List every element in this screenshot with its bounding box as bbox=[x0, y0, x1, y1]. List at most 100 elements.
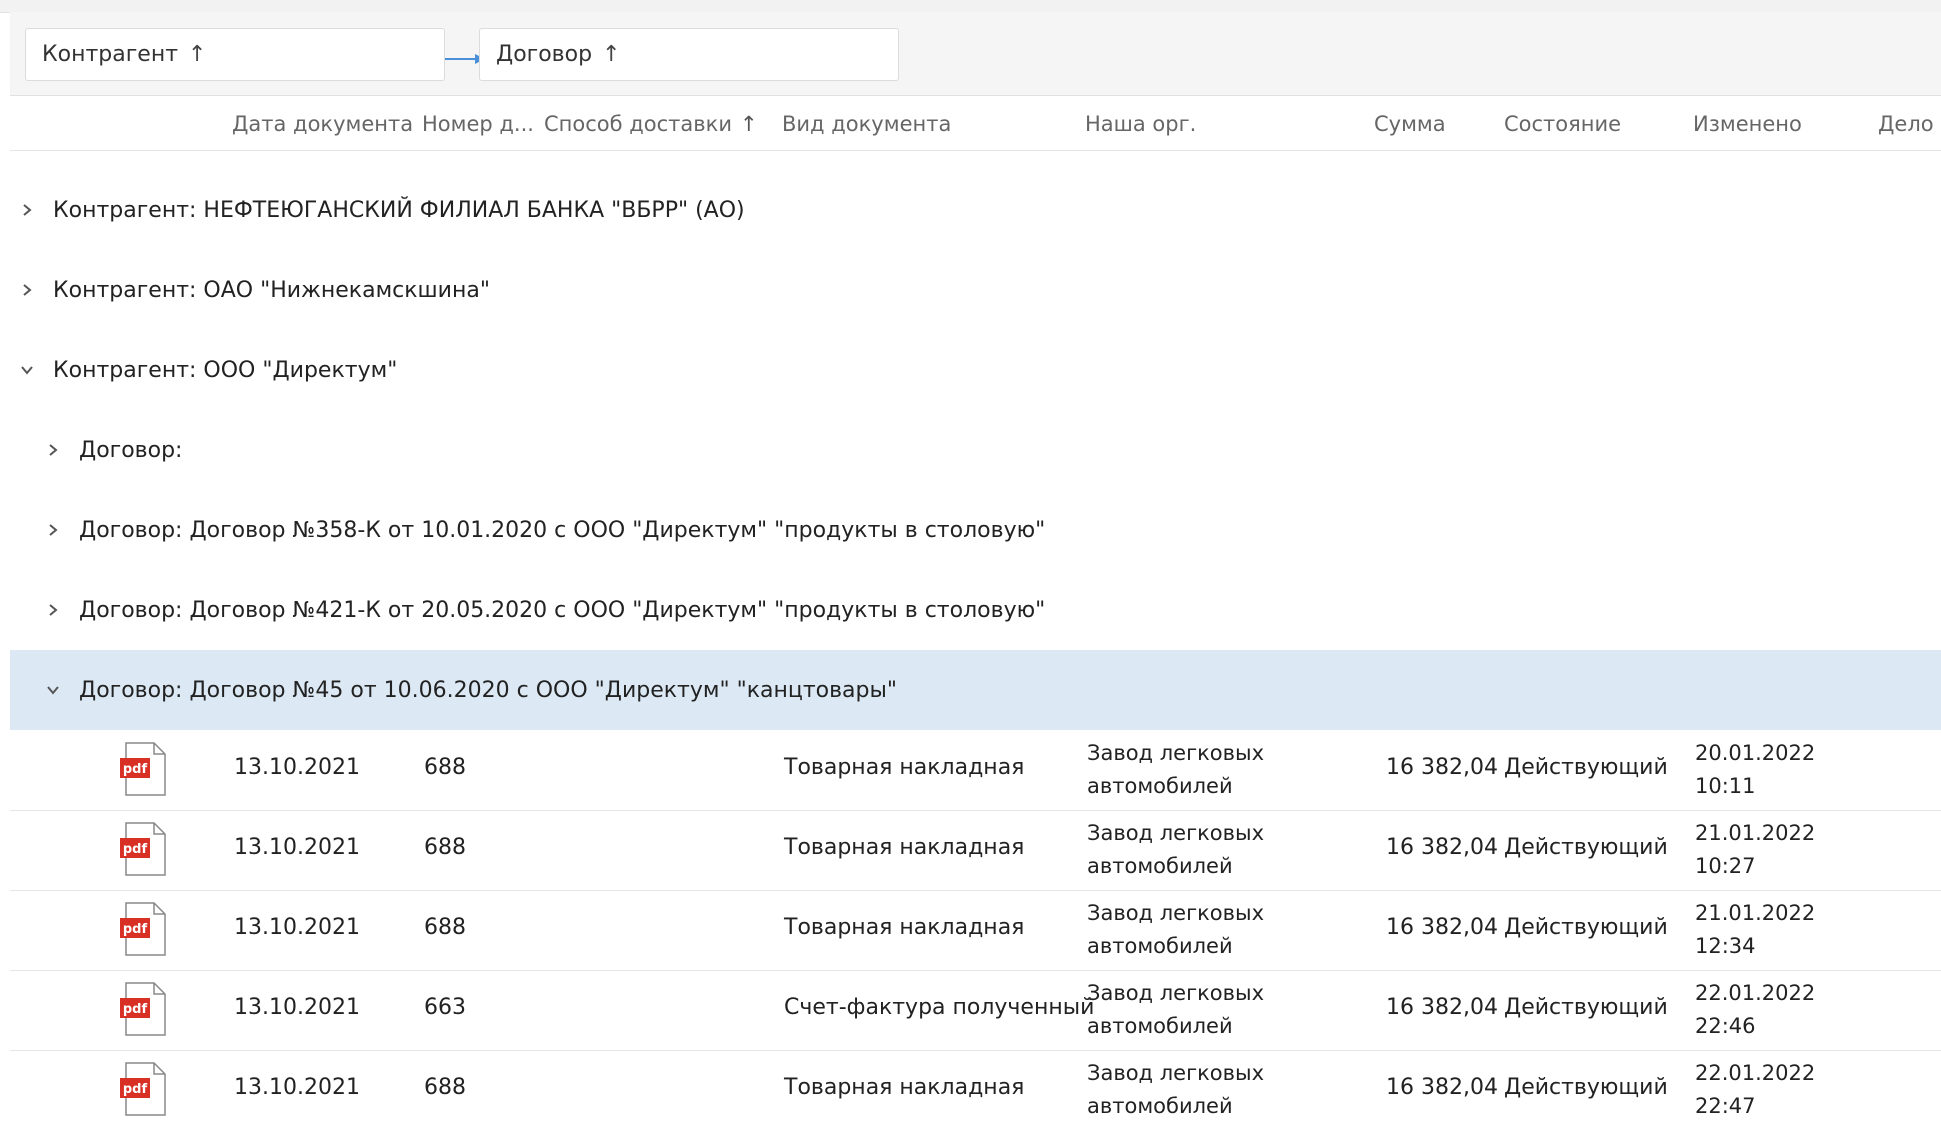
column-header-our-org[interactable]: Наша орг. bbox=[1085, 112, 1196, 136]
table-row[interactable]: pdf 13.10.2021 663 Счет-фактура полученн… bbox=[10, 970, 1941, 1051]
chevron-down-icon[interactable] bbox=[20, 363, 34, 377]
org-line: автомобилей bbox=[1087, 854, 1233, 878]
column-header-label: Дата документа bbox=[232, 112, 414, 136]
cell-changed: 22.01.2022 22:47 bbox=[1695, 1057, 1815, 1123]
svg-text:pdf: pdf bbox=[123, 1002, 148, 1017]
cell-sum: 16 382,04 bbox=[1386, 1075, 1498, 1100]
table-row[interactable]: pdf 13.10.2021 688 Товарная накладная За… bbox=[10, 1050, 1941, 1130]
cell-changed: 22.01.2022 22:46 bbox=[1695, 977, 1815, 1043]
cell-date: 13.10.2021 bbox=[234, 755, 360, 780]
cell-our-org: Завод легковых автомобилей bbox=[1087, 817, 1264, 883]
changed-date: 22.01.2022 bbox=[1695, 981, 1816, 1005]
group-label: Договор: Договор №358-К от 10.01.2020 с … bbox=[79, 517, 1046, 543]
table-row[interactable]: pdf 13.10.2021 688 Товарная накладная За… bbox=[10, 730, 1941, 811]
chevron-right-icon[interactable] bbox=[20, 283, 34, 297]
group-row-counterparty[interactable]: Контрагент: ООО "Директум" bbox=[10, 330, 1941, 410]
pdf-file-icon: pdf bbox=[120, 902, 166, 956]
cell-doctype: Товарная накладная bbox=[784, 915, 1025, 940]
column-header-label: Наша орг. bbox=[1085, 112, 1197, 136]
cell-changed: 21.01.2022 12:34 bbox=[1695, 897, 1815, 963]
cell-state: Действующий bbox=[1504, 755, 1668, 780]
changed-time: 12:34 bbox=[1695, 934, 1756, 958]
column-header-date[interactable]: Дата документа bbox=[232, 112, 413, 136]
grouping-bar: Контрагент ↑ Договор ↑ bbox=[10, 12, 1941, 96]
column-header-row: Дата документа Номер д... Способ доставк… bbox=[10, 96, 1941, 151]
table-row[interactable]: pdf 13.10.2021 688 Товарная накладная За… bbox=[10, 810, 1941, 891]
group-row-counterparty[interactable]: Контрагент: ОАО "Нижнекамскшина" bbox=[10, 250, 1941, 330]
cell-state: Действующий bbox=[1504, 835, 1668, 860]
column-header-label: Сумма bbox=[1374, 112, 1446, 136]
sort-up-icon: ↑ bbox=[602, 42, 621, 67]
group-chip-label: Договор bbox=[496, 42, 593, 67]
org-line: Завод легковых bbox=[1087, 741, 1265, 765]
column-header-changed[interactable]: Изменено bbox=[1693, 112, 1802, 136]
changed-time: 22:47 bbox=[1695, 1094, 1756, 1118]
cell-date: 13.10.2021 bbox=[234, 1075, 360, 1100]
group-chip-contract[interactable]: Договор ↑ bbox=[479, 28, 899, 81]
changed-time: 22:46 bbox=[1695, 1014, 1756, 1038]
group-label: Контрагент: НЕФТЕЮГАНСКИЙ ФИЛИАЛ БАНКА "… bbox=[53, 197, 745, 223]
group-row-counterparty[interactable]: Контрагент: НЕФТЕЮГАНСКИЙ ФИЛИАЛ БАНКА "… bbox=[10, 170, 1941, 250]
column-header-delivery[interactable]: Способ доставки ↑ bbox=[544, 112, 758, 136]
column-header-doctype[interactable]: Вид документа bbox=[782, 112, 951, 136]
column-header-number[interactable]: Номер д... bbox=[422, 112, 534, 136]
column-header-sum[interactable]: Сумма bbox=[1374, 112, 1446, 136]
chevron-right-icon[interactable] bbox=[46, 443, 60, 457]
group-row-contract[interactable]: Договор: bbox=[10, 410, 1941, 490]
cell-sum: 16 382,04 bbox=[1386, 915, 1498, 940]
changed-date: 21.01.2022 bbox=[1695, 901, 1816, 925]
group-label: Контрагент: ООО "Директум" bbox=[53, 357, 398, 383]
column-header-label: Дело bbox=[1878, 112, 1934, 136]
group-chip-label: Контрагент bbox=[42, 42, 179, 67]
cell-our-org: Завод легковых автомобилей bbox=[1087, 1057, 1264, 1123]
cell-changed: 20.01.2022 10:11 bbox=[1695, 737, 1815, 803]
group-label: Договор: Договор №45 от 10.06.2020 с ООО… bbox=[79, 677, 897, 703]
cell-our-org: Завод легковых автомобилей bbox=[1087, 897, 1264, 963]
cell-changed: 21.01.2022 10:27 bbox=[1695, 817, 1815, 883]
cell-our-org: Завод легковых автомобилей bbox=[1087, 977, 1264, 1043]
cell-date: 13.10.2021 bbox=[234, 835, 360, 860]
cell-number: 688 bbox=[424, 1075, 466, 1100]
cell-sum: 16 382,04 bbox=[1386, 835, 1498, 860]
cell-sum: 16 382,04 bbox=[1386, 755, 1498, 780]
sort-up-icon: ↑ bbox=[740, 112, 758, 136]
column-header-label: Вид документа bbox=[782, 112, 952, 136]
chevron-right-icon[interactable] bbox=[46, 603, 60, 617]
org-line: Завод легковых bbox=[1087, 981, 1265, 1005]
cell-date: 13.10.2021 bbox=[234, 915, 360, 940]
changed-date: 22.01.2022 bbox=[1695, 1061, 1816, 1085]
table-row[interactable]: pdf 13.10.2021 688 Товарная накладная За… bbox=[10, 890, 1941, 971]
pdf-file-icon: pdf bbox=[120, 742, 166, 796]
group-row-contract-selected[interactable]: Договор: Договор №45 от 10.06.2020 с ООО… bbox=[10, 650, 1941, 730]
chevron-right-icon[interactable] bbox=[46, 523, 60, 537]
changed-date: 21.01.2022 bbox=[1695, 821, 1816, 845]
cell-state: Действующий bbox=[1504, 915, 1668, 940]
column-header-label: Состояние bbox=[1504, 112, 1622, 136]
org-line: Завод легковых bbox=[1087, 901, 1265, 925]
svg-text:pdf: pdf bbox=[123, 1082, 148, 1097]
cell-state: Действующий bbox=[1504, 1075, 1668, 1100]
pdf-file-icon: pdf bbox=[120, 822, 166, 876]
cell-doctype: Товарная накладная bbox=[784, 835, 1025, 860]
cell-doctype: Счет-фактура полученный bbox=[784, 995, 1095, 1020]
cell-date: 13.10.2021 bbox=[234, 995, 360, 1020]
group-label: Договор: Договор №421-К от 20.05.2020 с … bbox=[79, 597, 1046, 623]
column-header-state[interactable]: Состояние bbox=[1504, 112, 1621, 136]
cell-doctype: Товарная накладная bbox=[784, 755, 1025, 780]
column-header-label: Номер д... bbox=[422, 112, 534, 136]
chevron-right-icon[interactable] bbox=[20, 203, 34, 217]
org-line: Завод легковых bbox=[1087, 1061, 1265, 1085]
column-header-case[interactable]: Дело bbox=[1878, 112, 1934, 136]
group-row-contract[interactable]: Договор: Договор №358-К от 10.01.2020 с … bbox=[10, 490, 1941, 570]
cell-sum: 16 382,04 bbox=[1386, 995, 1498, 1020]
chevron-down-icon[interactable] bbox=[46, 683, 60, 697]
cell-number: 663 bbox=[424, 995, 466, 1020]
group-label: Договор: bbox=[79, 437, 183, 463]
org-line: Завод легковых bbox=[1087, 821, 1265, 845]
org-line: автомобилей bbox=[1087, 1014, 1233, 1038]
changed-time: 10:27 bbox=[1695, 854, 1756, 878]
group-row-contract[interactable]: Договор: Договор №421-К от 20.05.2020 с … bbox=[10, 570, 1941, 650]
cell-number: 688 bbox=[424, 755, 466, 780]
org-line: автомобилей bbox=[1087, 1094, 1233, 1118]
group-chip-counterparty[interactable]: Контрагент ↑ bbox=[25, 28, 445, 81]
